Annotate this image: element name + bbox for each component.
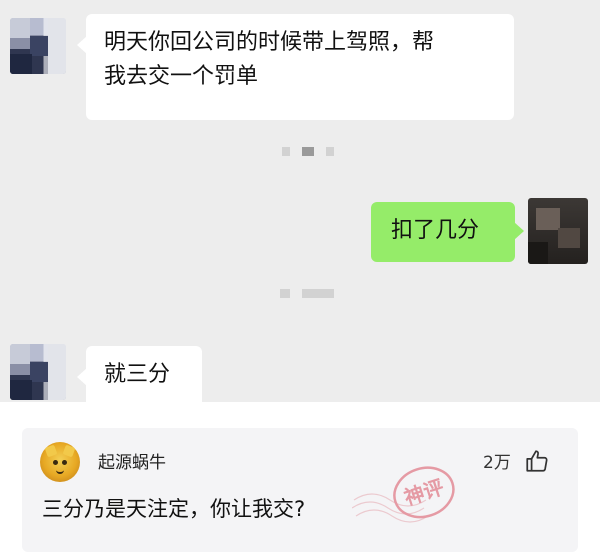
message-text-line: 我去交一个罚单 <box>104 64 259 89</box>
message-bubble-outgoing[interactable]: 扣了几分 <box>371 202 524 262</box>
god-comment-stamp-icon: 神评 <box>352 466 455 523</box>
message-bubble-incoming[interactable]: 就三分 <box>77 346 202 402</box>
comment-text: 三分乃是天注定，你让我交? <box>42 497 306 521</box>
stamp-text: 神评 <box>401 475 446 510</box>
sender-avatar[interactable] <box>10 344 66 400</box>
comment-card: 起源蜗牛 神评 2万 三分乃是天注定，你让我交? <box>22 428 578 552</box>
chat-screenshot: 明天你回公司的时候带上驾照，帮 我去交一个罚单 扣了几分 就三分 <box>0 0 600 402</box>
thumbs-up-icon[interactable] <box>524 448 550 474</box>
screenshot-page: 明天你回公司的时候带上驾照，帮 我去交一个罚单 扣了几分 就三分 起源蜗牛 神评… <box>0 0 600 559</box>
sender-avatar[interactable] <box>10 18 66 74</box>
cat-avatar-icon[interactable] <box>40 442 80 482</box>
blurred-timestamp <box>280 288 334 298</box>
message-text: 扣了几分 <box>391 218 480 243</box>
blurred-timestamp <box>282 146 334 156</box>
like-count: 2万 <box>483 453 511 473</box>
message-text: 就三分 <box>104 362 171 387</box>
own-avatar[interactable] <box>528 198 588 264</box>
message-bubble-incoming[interactable]: 明天你回公司的时候带上驾照，帮 我去交一个罚单 <box>77 14 514 120</box>
comment-username[interactable]: 起源蜗牛 <box>98 452 166 474</box>
message-text-line: 明天你回公司的时候带上驾照，帮 <box>104 30 435 55</box>
